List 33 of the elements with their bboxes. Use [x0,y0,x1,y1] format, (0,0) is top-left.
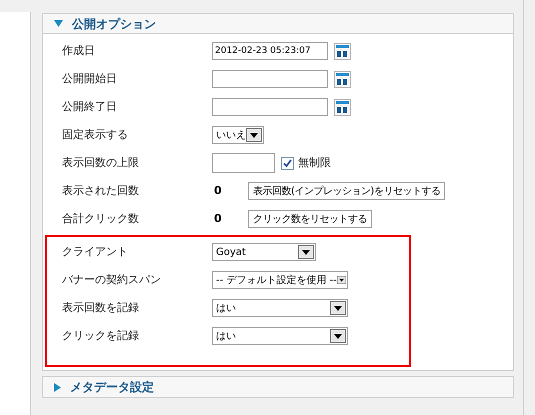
field-label: 表示回数を記録 [62,300,140,316]
calendar-icon[interactable] [334,98,351,116]
date-field[interactable]: 2012-02-23 05:23:07 [212,42,328,60]
section-header[interactable]: メタデータ設定 [43,377,513,397]
count-value: 0 [213,210,223,227]
expand-triangle-icon[interactable] [54,382,61,392]
dropdown[interactable]: はい [212,299,348,317]
calendar-icon[interactable] [334,42,351,60]
collapse-triangle-icon[interactable] [54,20,63,27]
field-label: 公開終了日 [62,98,118,115]
dropdown[interactable]: Goyat [212,243,316,261]
field-label: 公開開始日 [62,70,118,87]
reset-button[interactable]: クリック数をリセットする [248,210,372,228]
field-label: 表示回数の上限 [62,154,140,171]
input-field[interactable] [212,153,275,173]
checkbox-label: 無制限 [298,154,331,171]
reset-button[interactable]: 表示回数(インプレッション)をリセットする [248,182,446,200]
field-label: 固定表示する [62,126,129,143]
date-field[interactable] [212,70,328,88]
calendar-icon[interactable] [334,70,351,88]
field-label: 作成日 [62,42,96,59]
field-label: クリックを記録 [62,328,140,344]
field-label: 合計クリック数 [62,210,140,227]
field-label: 表示された回数 [62,182,140,199]
date-field[interactable] [212,98,328,116]
checkbox[interactable] [281,156,294,170]
field-label: バナーの契約スパン [62,272,162,288]
dropdown[interactable]: はい [212,327,348,345]
section-header[interactable]: 公開オプション [43,14,513,34]
count-value: 0 [213,182,223,199]
field-label: クライアント [62,244,129,260]
dropdown[interactable]: -- デフォルト設定を使用 -- [212,271,348,289]
dropdown[interactable]: いいえ [212,126,264,144]
